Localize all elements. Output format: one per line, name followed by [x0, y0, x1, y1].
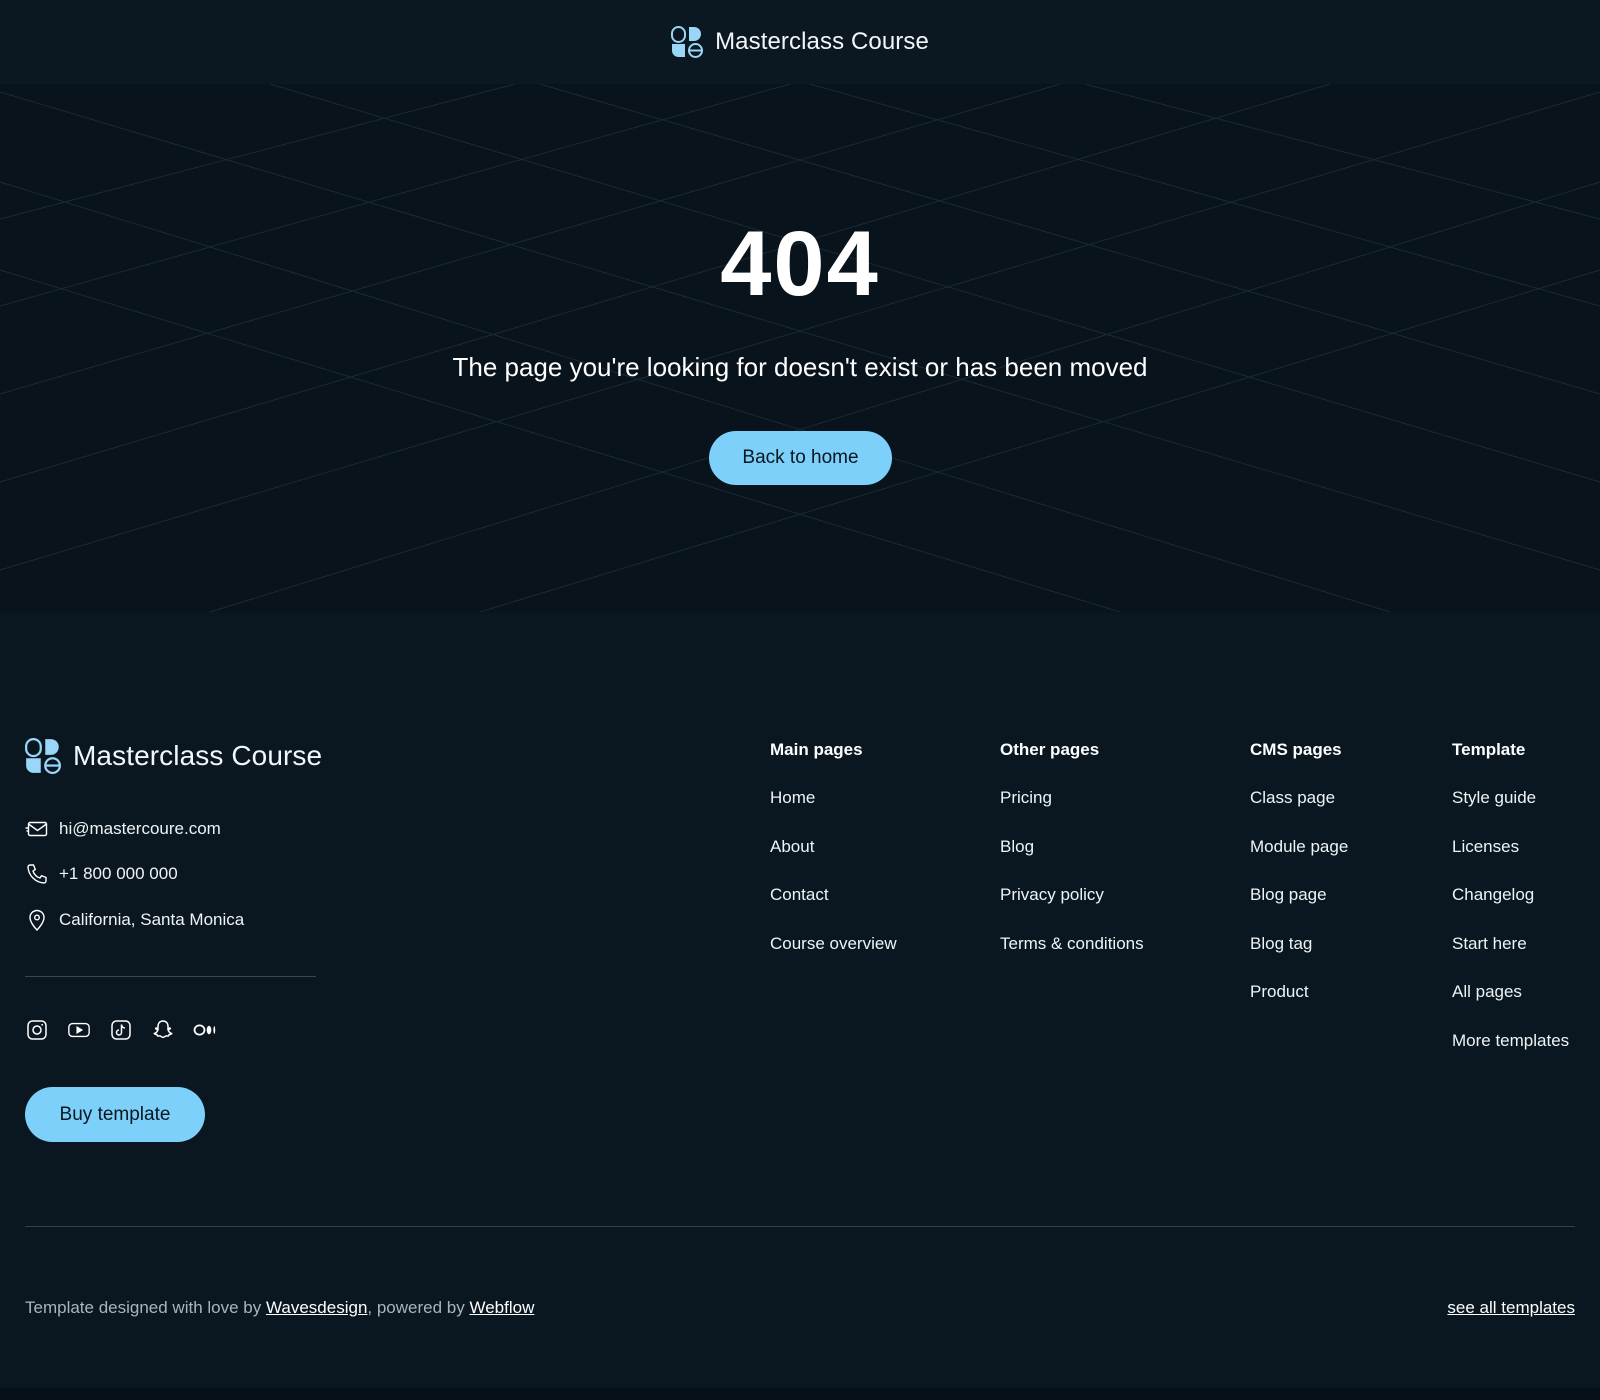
- contact-phone[interactable]: +1 800 000 000: [25, 862, 178, 886]
- location-pin-icon: [29, 909, 45, 931]
- see-all-templates-link[interactable]: see all templates: [1447, 1298, 1575, 1318]
- wavesdesign-link[interactable]: Wavesdesign: [266, 1298, 367, 1317]
- hero-content: 404 The page you're looking for doesn't …: [0, 84, 1600, 612]
- footer-link-start-here[interactable]: Start here: [1452, 934, 1569, 983]
- footer-link-blog-tag[interactable]: Blog tag: [1250, 934, 1348, 983]
- footer-link-contact[interactable]: Contact: [770, 885, 897, 934]
- footer-link-privacy-policy[interactable]: Privacy policy: [1000, 885, 1144, 934]
- divider: [25, 976, 316, 977]
- bottom-strip: [0, 1388, 1600, 1400]
- footer-link-all-pages[interactable]: All pages: [1452, 982, 1569, 1031]
- phone-text: +1 800 000 000: [59, 864, 178, 883]
- column-title: CMS pages: [1250, 740, 1342, 759]
- location-text: California, Santa Monica: [59, 910, 245, 929]
- snapchat-icon[interactable]: [151, 1018, 175, 1042]
- footer-column-template: Template Style guide Licenses Changelog …: [1452, 740, 1569, 1079]
- footer-column-main-pages: Main pages Home About Contact Course ove…: [770, 740, 897, 982]
- footer-column-cms-pages: CMS pages Class page Module page Blog pa…: [1250, 740, 1348, 1031]
- top-navbar: Masterclass Course: [0, 0, 1600, 84]
- error-code: 404: [720, 213, 880, 315]
- mail-icon: [25, 821, 48, 837]
- footer-link-licenses[interactable]: Licenses: [1452, 837, 1569, 886]
- footer-link-product[interactable]: Product: [1250, 982, 1348, 1031]
- footer-link-home[interactable]: Home: [770, 788, 897, 837]
- column-title: Main pages: [770, 740, 863, 759]
- footer-column-other-pages: Other pages Pricing Blog Privacy policy …: [1000, 740, 1144, 982]
- instagram-icon[interactable]: [25, 1018, 49, 1042]
- phone-icon: [27, 864, 47, 884]
- footer-link-course-overview[interactable]: Course overview: [770, 934, 897, 983]
- divider: [25, 1226, 1575, 1227]
- footer-link-blog[interactable]: Blog: [1000, 837, 1144, 886]
- credits-middle: , powered by: [367, 1298, 470, 1317]
- medium-icon[interactable]: [193, 1018, 217, 1042]
- footer-link-more-templates[interactable]: More templates: [1452, 1031, 1569, 1080]
- brand-name[interactable]: Masterclass Course: [715, 28, 929, 56]
- footer-link-terms[interactable]: Terms & conditions: [1000, 934, 1144, 983]
- error-message: The page you're looking for doesn't exis…: [452, 352, 1148, 382]
- link-list: Home About Contact Course overview: [770, 788, 897, 982]
- social-links: [25, 1018, 217, 1042]
- brand-logo-icon[interactable]: [671, 26, 704, 58]
- error-hero: 404 The page you're looking for doesn't …: [0, 84, 1600, 612]
- footer-link-pricing[interactable]: Pricing: [1000, 788, 1144, 837]
- footer-link-class-page[interactable]: Class page: [1250, 788, 1348, 837]
- footer-link-module-page[interactable]: Module page: [1250, 837, 1348, 886]
- link-list: Pricing Blog Privacy policy Terms & cond…: [1000, 788, 1144, 982]
- footer-brand-name: Masterclass Course: [73, 740, 323, 771]
- contact-location: California, Santa Monica: [25, 908, 244, 932]
- credits-line: Template designed with love by Wavesdesi…: [25, 1298, 534, 1318]
- webflow-link[interactable]: Webflow: [469, 1298, 534, 1317]
- tiktok-icon[interactable]: [109, 1018, 133, 1042]
- contact-email[interactable]: hi@mastercoure.com: [25, 817, 221, 841]
- email-text: hi@mastercoure.com: [59, 819, 221, 838]
- column-title: Other pages: [1000, 740, 1100, 759]
- youtube-icon[interactable]: [67, 1018, 91, 1042]
- site-footer: Masterclass Course hi@mastercoure.com +1…: [0, 612, 1600, 1388]
- footer-link-style-guide[interactable]: Style guide: [1452, 788, 1569, 837]
- credits-prefix: Template designed with love by: [25, 1298, 266, 1317]
- link-list: Class page Module page Blog page Blog ta…: [1250, 788, 1348, 1031]
- column-title: Template: [1452, 740, 1526, 759]
- brand-logo-icon: [25, 738, 61, 774]
- footer-link-about[interactable]: About: [770, 837, 897, 886]
- buy-template-button[interactable]: Buy template: [25, 1087, 205, 1142]
- footer-brand[interactable]: Masterclass Course: [25, 738, 322, 774]
- footer-link-changelog[interactable]: Changelog: [1452, 885, 1569, 934]
- link-list: Style guide Licenses Changelog Start her…: [1452, 788, 1569, 1079]
- footer-link-blog-page[interactable]: Blog page: [1250, 885, 1348, 934]
- back-to-home-button[interactable]: Back to home: [709, 431, 892, 485]
